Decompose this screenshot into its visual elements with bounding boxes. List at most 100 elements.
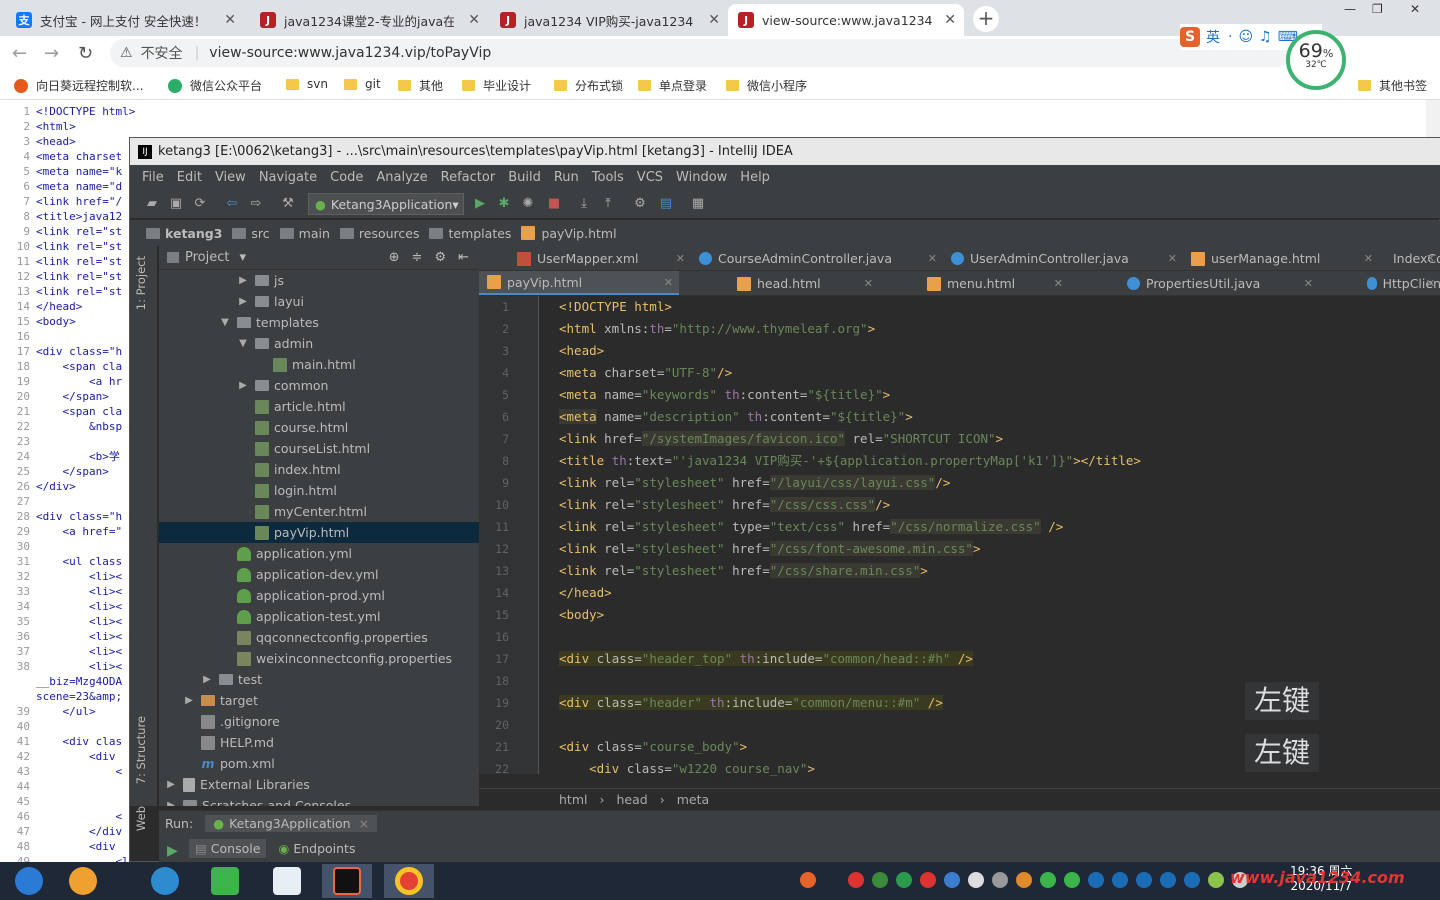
- menu-item[interactable]: File: [142, 170, 164, 185]
- chevron-down-icon[interactable]: ▾: [239, 250, 246, 265]
- menu-item[interactable]: Analyze: [376, 170, 427, 185]
- tray-icon[interactable]: [1016, 872, 1032, 888]
- tree-item[interactable]: .gitignore: [183, 711, 280, 732]
- tray-icon[interactable]: [1040, 872, 1056, 888]
- tree-item[interactable]: weixinconnectconfig.properties: [219, 648, 452, 669]
- tree-item[interactable]: ▶ js: [237, 270, 284, 291]
- close-icon[interactable]: ✕: [468, 12, 480, 28]
- forward-nav-icon[interactable]: ⇨: [248, 196, 264, 212]
- tray-icon[interactable]: [848, 872, 864, 888]
- run-config-select[interactable]: ● Ketang3Application ▾: [308, 193, 464, 215]
- browser-tab[interactable]: Jview-source:www.java1234.vip ✕: [728, 4, 964, 36]
- menu-item[interactable]: VCS: [637, 170, 663, 185]
- tray-icon[interactable]: [920, 872, 936, 888]
- forward-icon[interactable]: →: [44, 43, 59, 64]
- collapse-arrow-icon[interactable]: ▶: [237, 380, 249, 391]
- tray-icon[interactable]: [1160, 872, 1176, 888]
- breadcrumb-item[interactable]: src: [232, 226, 270, 241]
- close-icon[interactable]: ✕: [224, 12, 236, 28]
- crumb-meta[interactable]: meta: [677, 792, 709, 807]
- perf-meter[interactable]: 69% 32℃: [1286, 30, 1346, 90]
- tree-item[interactable]: ▶ Scratches and Consoles: [165, 795, 351, 806]
- close-icon[interactable]: ✕: [1426, 252, 1435, 265]
- close-window-button[interactable]: ✕: [1410, 2, 1420, 16]
- breadcrumb-item[interactable]: main: [279, 226, 330, 241]
- locate-icon[interactable]: ⊕: [389, 250, 400, 265]
- tree-item[interactable]: ▼ admin: [237, 333, 313, 354]
- other-bookmarks[interactable]: 其他书签: [1358, 77, 1427, 94]
- back-icon[interactable]: ←: [12, 43, 27, 64]
- taskbar-app-launcher[interactable]: [58, 864, 108, 898]
- restore-button[interactable]: ❐: [1372, 2, 1383, 16]
- menu-item[interactable]: Code: [330, 170, 363, 185]
- crumb-head[interactable]: head: [616, 792, 647, 807]
- menu-item[interactable]: Edit: [177, 170, 202, 185]
- bookmark-item[interactable]: 毕业设计: [462, 77, 531, 94]
- menu-item[interactable]: Help: [740, 170, 770, 185]
- start-button[interactable]: [4, 864, 54, 898]
- close-icon[interactable]: ×: [359, 816, 369, 831]
- rerun-icon[interactable]: ▶: [167, 843, 178, 859]
- tree-item[interactable]: application-dev.yml: [219, 564, 379, 585]
- close-icon[interactable]: ✕: [708, 12, 720, 28]
- tray-icon[interactable]: [872, 872, 888, 888]
- back-nav-icon[interactable]: ⇦: [224, 196, 240, 212]
- editor-tab[interactable]: head.html ✕: [729, 271, 879, 295]
- tray-icon[interactable]: [944, 872, 960, 888]
- taskbar-app-intellij[interactable]: [322, 864, 372, 898]
- console-tab[interactable]: ▤ Console: [189, 839, 267, 858]
- breadcrumb-item[interactable]: payVip.html: [521, 226, 617, 241]
- tree-item[interactable]: HELP.md: [183, 732, 274, 753]
- tree-item[interactable]: article.html: [237, 396, 346, 417]
- bookmark-item[interactable]: 微信小程序: [726, 77, 807, 94]
- minimize-button[interactable]: —: [1344, 2, 1356, 16]
- close-icon[interactable]: ✕: [928, 252, 937, 265]
- url-input[interactable]: ⚠ 不安全 | view-source:www.java1234.vip/toP…: [110, 39, 1290, 67]
- close-icon[interactable]: ✕: [676, 252, 685, 265]
- breadcrumb-item[interactable]: ketang3: [146, 226, 222, 241]
- menu-item[interactable]: View: [215, 170, 246, 185]
- endpoints-tab[interactable]: ◉ Endpoints: [274, 839, 359, 858]
- expand-arrow-icon[interactable]: ▼: [237, 338, 249, 349]
- ime-language-label[interactable]: 英: [1206, 27, 1220, 47]
- menu-item[interactable]: Build: [508, 170, 541, 185]
- bookmark-item[interactable]: 其他: [398, 77, 443, 94]
- menu-item[interactable]: Navigate: [259, 170, 317, 185]
- sogou-icon[interactable]: S: [1180, 27, 1200, 47]
- tree-item[interactable]: login.html: [237, 480, 337, 501]
- editor-tab[interactable]: IndexCo ✕: [1379, 246, 1440, 270]
- tray-icon[interactable]: [896, 872, 912, 888]
- tree-item[interactable]: qqconnectconfig.properties: [219, 627, 428, 648]
- stop-icon[interactable]: ■: [546, 196, 562, 212]
- tree-item[interactable]: myCenter.html: [237, 501, 367, 522]
- taskbar-app-teamviewer[interactable]: [262, 864, 312, 898]
- run-icon[interactable]: ▶: [472, 196, 488, 212]
- gear-icon[interactable]: ⚙: [434, 250, 446, 265]
- structure-icon[interactable]: ▤: [658, 196, 674, 212]
- reload-icon[interactable]: ↻: [78, 43, 93, 64]
- project-view-select[interactable]: Project: [185, 250, 229, 265]
- new-tab-button[interactable]: +: [973, 6, 999, 32]
- tray-icon[interactable]: [1112, 872, 1128, 888]
- crumb-html[interactable]: html: [559, 792, 587, 807]
- tray-icon[interactable]: [1184, 872, 1200, 888]
- editor-tab[interactable]: menu.html ✕: [919, 271, 1069, 295]
- bookmark-item[interactable]: git: [344, 77, 381, 91]
- editor-tab[interactable]: userManage.html ✕: [1183, 246, 1379, 270]
- save-icon[interactable]: ▣: [168, 196, 184, 212]
- editor-tab[interactable]: UserMapper.xml ✕: [509, 246, 691, 270]
- bookmark-item[interactable]: 向日葵远程控制软...: [14, 77, 143, 94]
- tray-icon[interactable]: [992, 872, 1008, 888]
- tree-item[interactable]: ▶ test: [201, 669, 262, 690]
- collapse-arrow-icon[interactable]: ▶: [237, 275, 249, 286]
- tray-icon[interactable]: [1208, 872, 1224, 888]
- collapse-arrow-icon[interactable]: ▶: [183, 695, 195, 706]
- editor-tab[interactable]: CourseAdminController.java ✕: [691, 246, 943, 270]
- close-icon[interactable]: ✕: [1168, 252, 1177, 265]
- project-structure-icon[interactable]: ⚙: [632, 196, 648, 212]
- open-icon[interactable]: ▰: [144, 196, 160, 212]
- close-icon[interactable]: ✕: [664, 276, 673, 289]
- close-icon[interactable]: ✕: [1426, 277, 1435, 290]
- editor-tab[interactable]: PropertiesUtil.java ✕: [1119, 271, 1319, 295]
- taskbar-app-wechat[interactable]: [200, 864, 250, 898]
